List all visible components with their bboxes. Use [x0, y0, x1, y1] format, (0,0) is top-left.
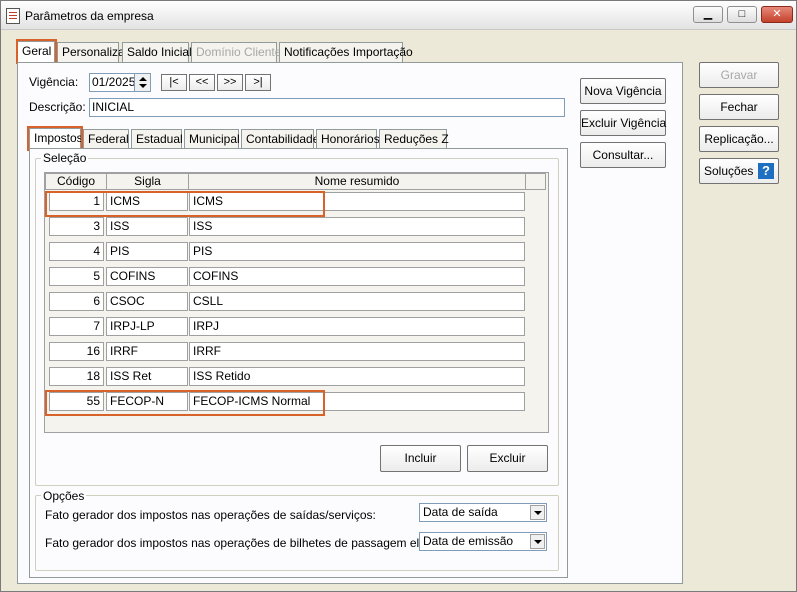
incluir-button[interactable]: Incluir: [380, 445, 461, 472]
fato-bilhetes-select[interactable]: Data de emissão: [419, 532, 547, 551]
parametros-window: Parâmetros da empresa ▁ □ ✕ Geral Person…: [0, 0, 797, 592]
opcoes-title: Opções: [41, 489, 87, 503]
descricao-input[interactable]: INICIAL: [89, 98, 565, 117]
row-nome-cell[interactable]: ISS: [189, 217, 525, 236]
spin-up-icon: [139, 77, 147, 81]
row-codigo-cell[interactable]: 7: [49, 317, 104, 336]
row-sigla-cell[interactable]: ISS: [106, 217, 188, 236]
nova-vigencia-button[interactable]: Nova Vigência: [580, 78, 666, 104]
solucoes-button[interactable]: Soluções ?: [699, 158, 779, 184]
vigencia-label: Vigência:: [29, 75, 79, 89]
row-sigla-cell[interactable]: PIS: [106, 242, 188, 261]
tab-notificacoes-importacao[interactable]: Notificações Importação: [279, 42, 413, 62]
fato-saidas-select[interactable]: Data de saída: [419, 503, 547, 522]
next-vigencia-button[interactable]: >>: [217, 74, 243, 91]
tab-dominio-cliente[interactable]: Domínio Cliente: [191, 42, 281, 62]
help-icon: ?: [758, 163, 774, 179]
maximize-button[interactable]: □: [727, 6, 757, 23]
last-vigencia-button[interactable]: >|: [245, 74, 271, 91]
first-vigencia-button[interactable]: |<: [161, 74, 187, 91]
tab-estadual[interactable]: Estadual: [131, 129, 183, 149]
app-document-icon: [6, 8, 20, 24]
selecao-title: Seleção: [41, 151, 89, 165]
row-sigla-cell[interactable]: ISS Ret: [106, 367, 188, 386]
row-codigo-cell[interactable]: 55: [49, 392, 104, 411]
header-extra: [525, 173, 546, 190]
row-codigo-cell[interactable]: 1: [49, 192, 104, 211]
descricao-label: Descrição:: [29, 100, 86, 114]
replicacao-button[interactable]: Replicação...: [699, 126, 779, 152]
row-codigo-cell[interactable]: 18: [49, 367, 104, 386]
row-nome-cell[interactable]: ICMS: [189, 192, 525, 211]
tab-geral[interactable]: Geral: [17, 41, 55, 63]
chevron-down-icon[interactable]: [530, 505, 545, 520]
row-nome-cell[interactable]: PIS: [189, 242, 525, 261]
row-nome-cell[interactable]: CSLL: [189, 292, 525, 311]
header-nome-resumido[interactable]: Nome resumido: [188, 173, 526, 190]
row-sigla-cell[interactable]: IRRF: [106, 342, 188, 361]
excluir-button[interactable]: Excluir: [467, 445, 548, 472]
fato-saidas-label: Fato gerador dos impostos nas operações …: [45, 508, 376, 522]
spin-down-icon: [139, 84, 147, 88]
row-sigla-cell[interactable]: IRPJ-LP: [106, 317, 188, 336]
row-nome-cell[interactable]: IRPJ: [189, 317, 525, 336]
solucoes-label: Soluções: [704, 164, 754, 178]
row-nome-cell[interactable]: FECOP-ICMS Normal: [189, 392, 525, 411]
header-sigla[interactable]: Sigla: [106, 173, 189, 190]
chevron-down-icon[interactable]: [530, 534, 545, 549]
vigencia-spinner[interactable]: [134, 73, 151, 92]
row-codigo-cell[interactable]: 4: [49, 242, 104, 261]
tab-saldo-inicial[interactable]: Saldo Inicial: [122, 42, 192, 62]
fato-bilhetes-label: Fato gerador dos impostos nas operações …: [45, 536, 466, 550]
row-codigo-cell[interactable]: 5: [49, 267, 104, 286]
row-sigla-cell[interactable]: FECOP-N: [106, 392, 188, 411]
close-button[interactable]: ✕: [761, 6, 793, 23]
header-codigo[interactable]: Código: [45, 173, 107, 190]
tab-impostos[interactable]: Impostos: [29, 128, 83, 150]
row-sigla-cell[interactable]: ICMS: [106, 192, 188, 211]
row-codigo-cell[interactable]: 3: [49, 217, 104, 236]
window-title: Parâmetros da empresa: [25, 9, 154, 23]
gravar-button[interactable]: Gravar: [699, 62, 779, 88]
fato-saidas-value: Data de saída: [423, 505, 498, 519]
tab-municipal[interactable]: Municipal: [184, 129, 240, 149]
fechar-button[interactable]: Fechar: [699, 94, 779, 120]
row-nome-cell[interactable]: COFINS: [189, 267, 525, 286]
fato-bilhetes-value: Data de emissão: [423, 534, 514, 548]
row-codigo-cell[interactable]: 6: [49, 292, 104, 311]
row-sigla-cell[interactable]: COFINS: [106, 267, 188, 286]
row-codigo-cell[interactable]: 16: [49, 342, 104, 361]
row-nome-cell[interactable]: IRRF: [189, 342, 525, 361]
tab-federal[interactable]: Federal: [83, 129, 129, 149]
consultar-button[interactable]: Consultar...: [580, 142, 666, 168]
tab-reducoes-z[interactable]: Reduções Z: [379, 129, 449, 149]
row-sigla-cell[interactable]: CSOC: [106, 292, 188, 311]
tab-personaliza[interactable]: Personaliza: [57, 42, 125, 62]
minimize-button[interactable]: ▁: [693, 6, 723, 23]
excluir-vigencia-button[interactable]: Excluir Vigência: [580, 110, 666, 136]
tab-contabilidade[interactable]: Contabilidade: [241, 129, 319, 149]
title-bar: Parâmetros da empresa ▁ □ ✕: [1, 1, 796, 30]
prev-vigencia-button[interactable]: <<: [189, 74, 215, 91]
tab-honorarios[interactable]: Honorários: [316, 129, 380, 149]
row-nome-cell[interactable]: ISS Retido: [189, 367, 525, 386]
vigencia-input[interactable]: 01/2025: [89, 73, 135, 92]
